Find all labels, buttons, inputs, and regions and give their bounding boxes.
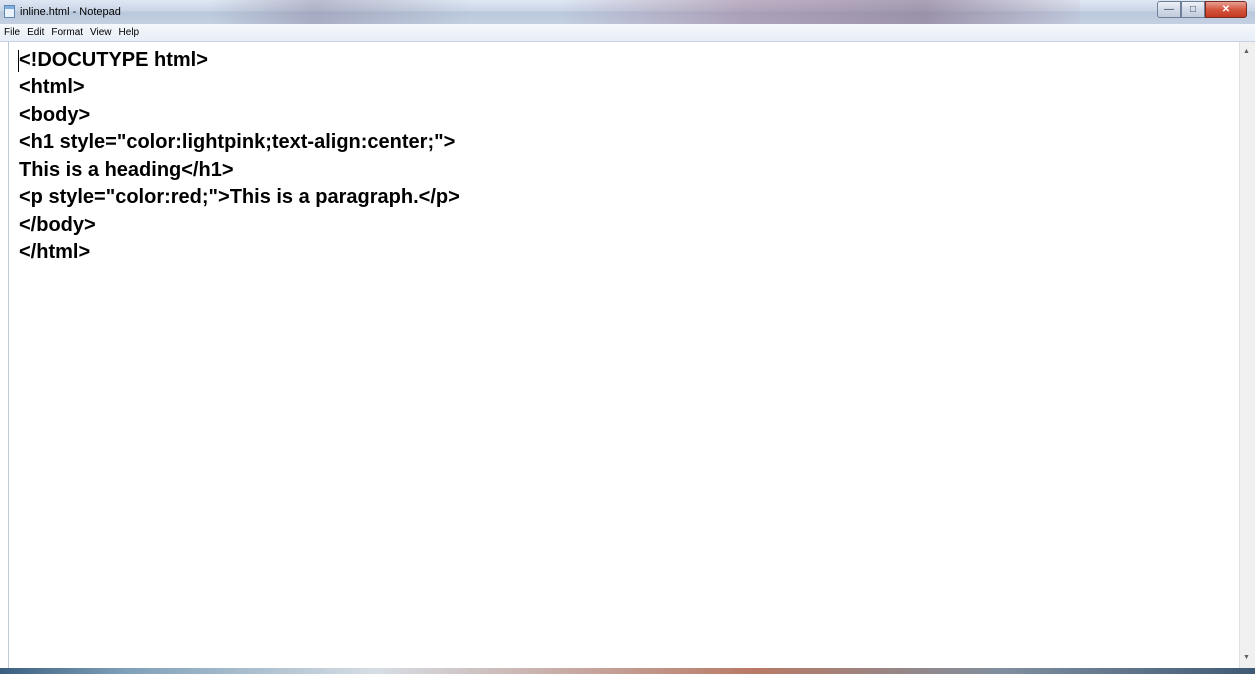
menu-edit[interactable]: Edit — [23, 24, 47, 41]
menu-format[interactable]: Format — [47, 24, 86, 41]
close-button[interactable]: ✕ — [1205, 1, 1247, 18]
editor-line: </body> — [19, 214, 96, 236]
scroll-up-icon[interactable]: ▲ — [1243, 48, 1250, 56]
window-controls: — □ ✕ — [1157, 1, 1247, 19]
notepad-icon[interactable] — [4, 5, 15, 18]
taskbar-strip — [0, 668, 1255, 674]
menu-help[interactable]: Help — [115, 24, 143, 41]
maximize-button[interactable]: □ — [1181, 1, 1205, 18]
editor-line: <body> — [19, 104, 91, 126]
menu-view[interactable]: View — [86, 24, 115, 41]
title-bar-gradient — [210, 0, 470, 24]
editor-line: <p style="color:red;">This is a paragrap… — [19, 186, 460, 208]
window-title: inline.html - Notepad — [20, 6, 121, 18]
editor-line: <h1 style="color:lightpink;text-align:ce… — [19, 131, 456, 153]
menu-file[interactable]: File — [0, 24, 23, 41]
title-bar-gradient — [560, 0, 1080, 24]
editor-line: <html> — [19, 76, 85, 98]
editor-line: </html> — [19, 241, 91, 263]
editor-line: This is a heading</h1> — [19, 159, 234, 181]
minimize-button[interactable]: — — [1157, 1, 1181, 18]
menu-bar: File Edit Format View Help — [0, 24, 1255, 42]
title-bar[interactable]: inline.html - Notepad — □ ✕ — [0, 0, 1255, 24]
scroll-down-icon[interactable]: ▼ — [1243, 654, 1250, 662]
editor-line: <!DOCUTYPE html> — [19, 49, 208, 71]
text-editor-area[interactable]: <!DOCUTYPE html> <html> <body> <h1 style… — [8, 42, 1239, 668]
vertical-scrollbar[interactable]: ▲ ▼ — [1239, 42, 1255, 668]
